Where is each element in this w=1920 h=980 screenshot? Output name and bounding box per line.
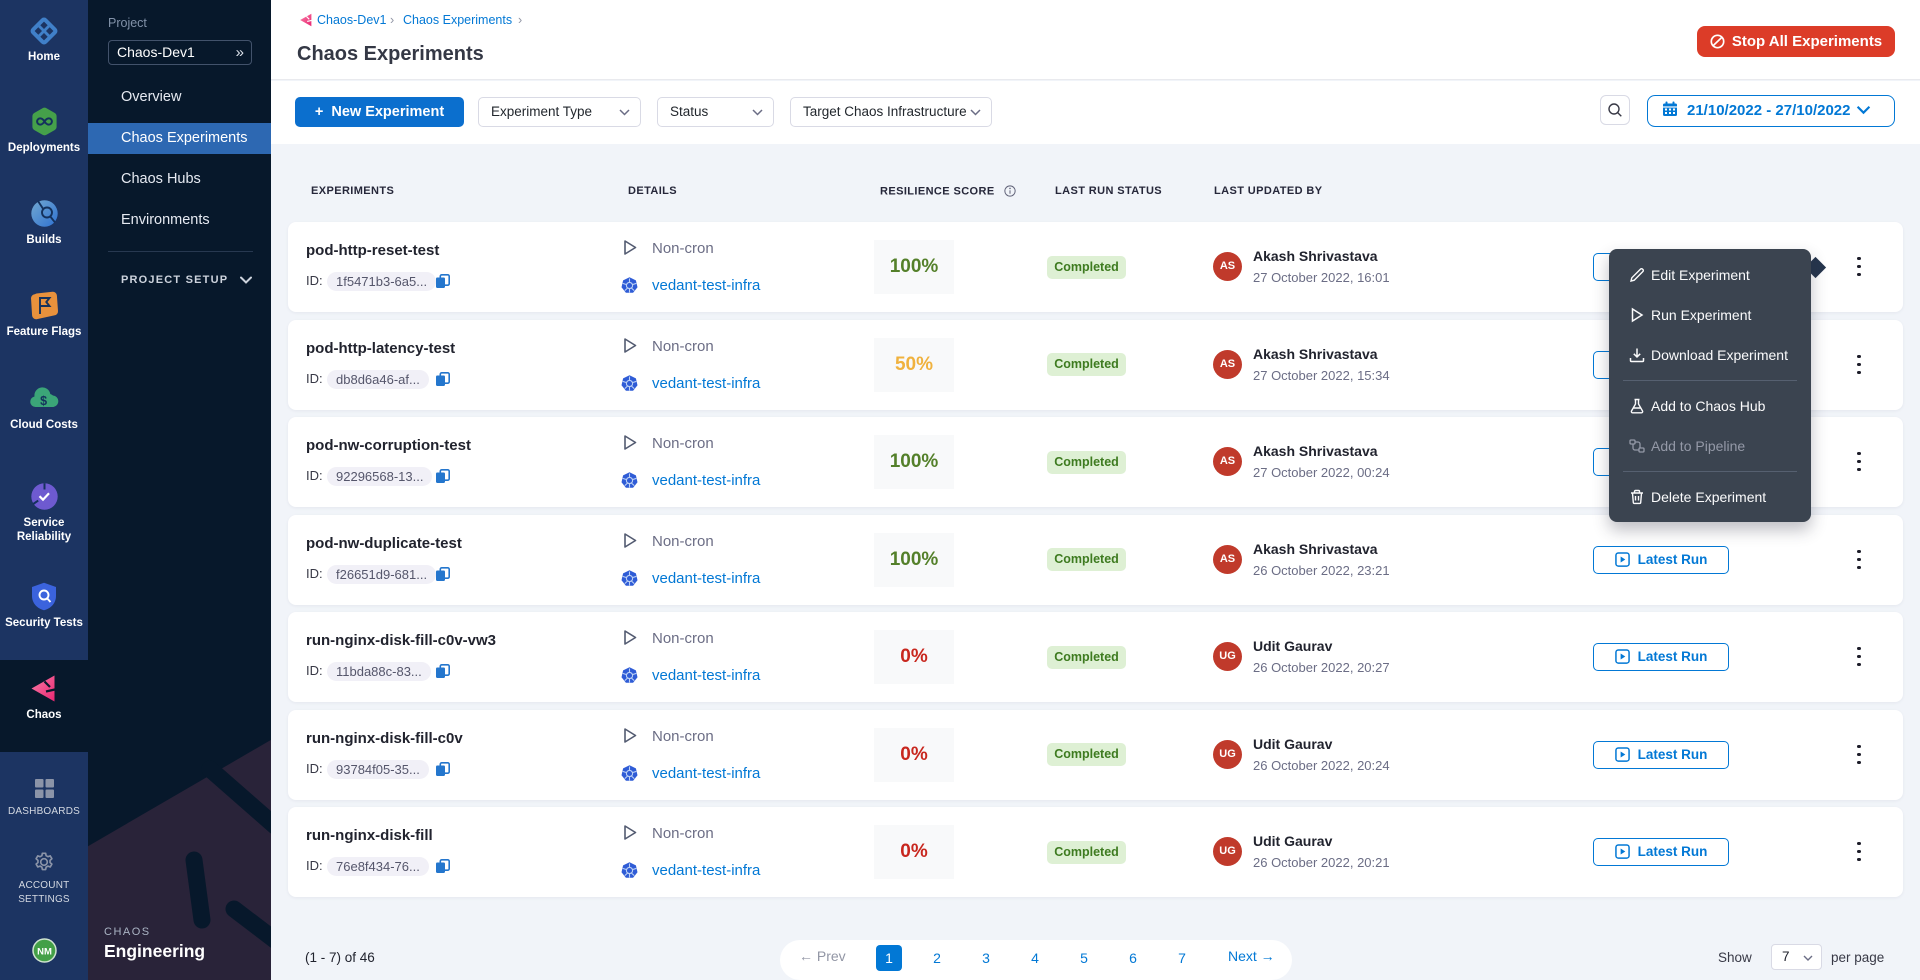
svg-text:NM: NM	[37, 947, 52, 958]
svg-text:$: $	[40, 394, 47, 408]
